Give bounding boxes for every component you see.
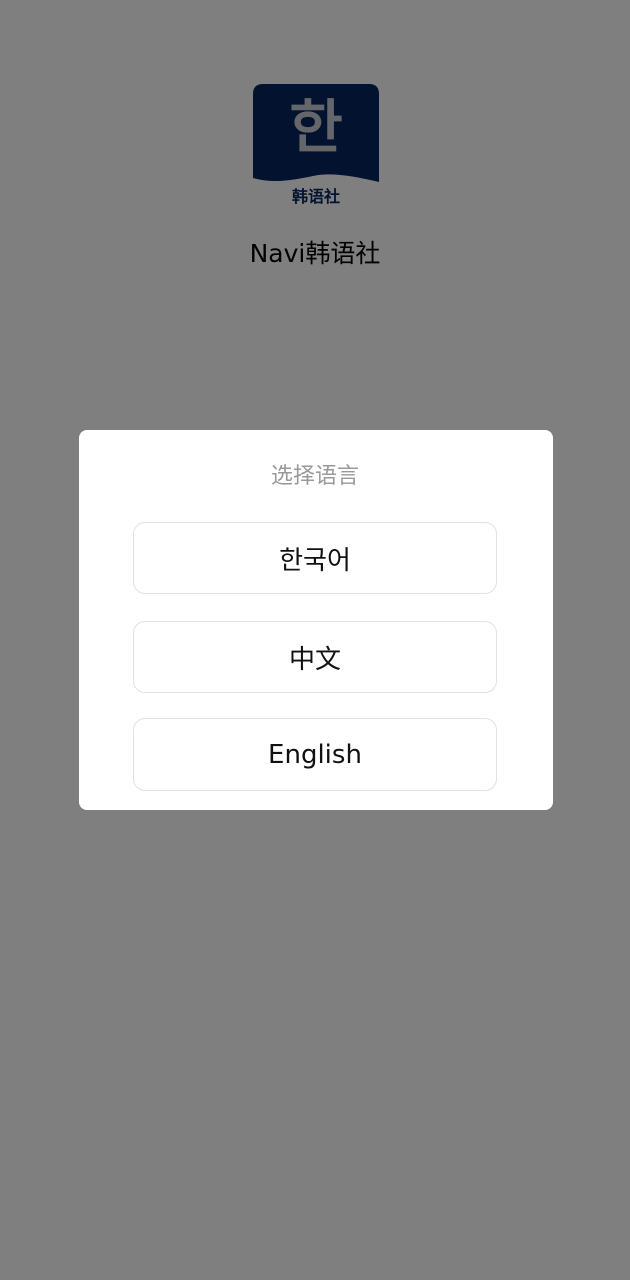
language-option-english[interactable]: English	[133, 718, 497, 791]
language-option-chinese[interactable]: 中文	[133, 621, 497, 693]
language-option-korean[interactable]: 한국어	[133, 522, 497, 594]
dialog-title: 选择语言	[270, 464, 359, 489]
